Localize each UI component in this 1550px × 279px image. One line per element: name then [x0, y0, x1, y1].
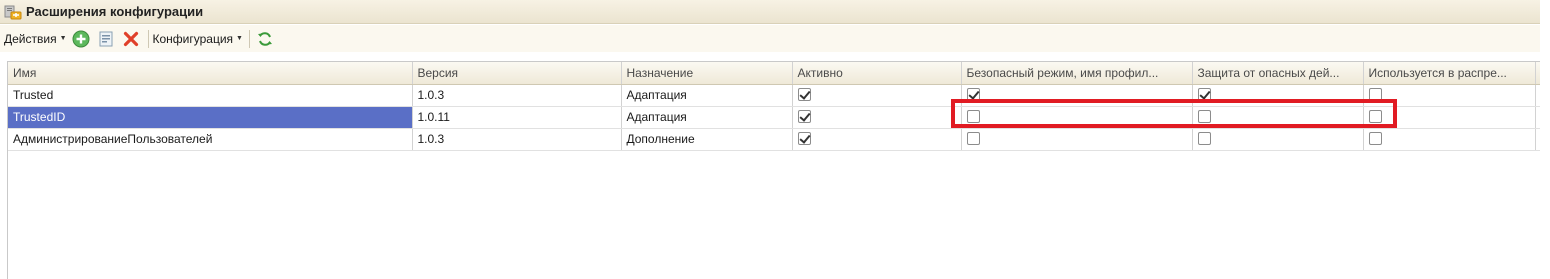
- table-row[interactable]: TrustedID 1.0.11 Адаптация И: [8, 106, 1550, 129]
- cell-name[interactable]: Trusted: [8, 84, 413, 107]
- cell-version[interactable]: 1.0.3: [412, 128, 622, 151]
- safe-mode-checkbox[interactable]: [966, 110, 980, 124]
- active-checkbox[interactable]: [797, 110, 811, 124]
- table-header-row: Имя Версия Назначение Активно Безопасный…: [8, 62, 1550, 85]
- extensions-icon: [4, 4, 22, 20]
- safe-mode-checkbox[interactable]: [966, 88, 980, 102]
- cell-purpose[interactable]: Дополнение: [621, 128, 793, 151]
- cell-used-in-distributed[interactable]: [1363, 106, 1536, 129]
- cell-name[interactable]: АдминистрированиеПользователей: [8, 128, 413, 151]
- window-edge: [1540, 0, 1550, 279]
- used-in-distributed-checkbox[interactable]: [1368, 110, 1382, 124]
- edit-button[interactable]: [95, 28, 117, 50]
- cell-purpose[interactable]: Адаптация: [621, 106, 793, 129]
- add-icon: [72, 30, 90, 47]
- active-checkbox[interactable]: [797, 88, 811, 102]
- refresh-button[interactable]: [254, 28, 276, 50]
- column-header-used-in-distributed[interactable]: Используется в распре...: [1363, 62, 1536, 85]
- toolbar: Действия ▼ Конфигурация ▼: [0, 25, 1540, 52]
- protection-checkbox[interactable]: [1197, 88, 1211, 102]
- extensions-window: Расширения конфигурации Действия ▼ Конфи…: [0, 0, 1550, 279]
- cell-active[interactable]: [792, 106, 962, 129]
- cell-used-in-distributed[interactable]: [1363, 84, 1536, 107]
- toolbar-separator: [248, 29, 250, 48]
- protection-checkbox[interactable]: [1197, 132, 1211, 146]
- column-header-safe-mode[interactable]: Безопасный режим, имя профил...: [961, 62, 1193, 85]
- cell-protection[interactable]: [1192, 84, 1364, 107]
- actions-menu[interactable]: Действия ▼: [4, 28, 67, 50]
- cell-active[interactable]: [792, 84, 962, 107]
- title-bar: Расширения конфигурации: [0, 0, 1540, 24]
- cell-protection[interactable]: [1192, 128, 1364, 151]
- add-button[interactable]: [70, 28, 92, 50]
- delete-button[interactable]: [120, 28, 142, 50]
- configuration-menu-label: Конфигурация: [152, 31, 234, 46]
- cell-safe-mode[interactable]: [961, 84, 1193, 107]
- cell-purpose[interactable]: Адаптация: [621, 84, 793, 107]
- column-header-protection[interactable]: Защита от опасных дей...: [1192, 62, 1364, 85]
- edit-icon: [99, 31, 113, 46]
- cell-protection[interactable]: [1192, 106, 1364, 129]
- used-in-distributed-checkbox[interactable]: [1368, 132, 1382, 146]
- chevron-down-icon: ▼: [59, 35, 67, 42]
- protection-checkbox[interactable]: [1197, 110, 1211, 124]
- actions-menu-label: Действия: [4, 31, 57, 46]
- chevron-down-icon: ▼: [236, 35, 243, 42]
- cell-version[interactable]: 1.0.11: [412, 106, 622, 129]
- active-checkbox[interactable]: [797, 132, 811, 146]
- column-header-version[interactable]: Версия: [412, 62, 622, 85]
- cell-version[interactable]: 1.0.3: [412, 84, 622, 107]
- refresh-icon: [257, 31, 272, 46]
- column-header-purpose[interactable]: Назначение: [621, 62, 793, 85]
- cell-used-in-distributed[interactable]: [1363, 128, 1536, 151]
- safe-mode-checkbox[interactable]: [966, 132, 980, 146]
- cell-active[interactable]: [792, 128, 962, 151]
- cell-safe-mode[interactable]: [961, 128, 1193, 151]
- window-title: Расширения конфигурации: [26, 4, 204, 19]
- used-in-distributed-checkbox[interactable]: [1368, 88, 1382, 102]
- cell-safe-mode[interactable]: [961, 106, 1193, 129]
- toolbar-separator: [147, 29, 149, 48]
- column-header-active[interactable]: Активно: [792, 62, 962, 85]
- column-header-name[interactable]: Имя: [8, 62, 413, 85]
- table-row[interactable]: Trusted 1.0.3 Адаптация И: [8, 84, 1550, 107]
- delete-icon: [123, 31, 138, 46]
- extensions-table: Имя Версия Назначение Активно Безопасный…: [7, 61, 1550, 279]
- cell-name[interactable]: TrustedID: [8, 106, 413, 129]
- configuration-menu[interactable]: Конфигурация ▼: [153, 28, 243, 50]
- table-row[interactable]: АдминистрированиеПользователей 1.0.3 Доп…: [8, 128, 1550, 151]
